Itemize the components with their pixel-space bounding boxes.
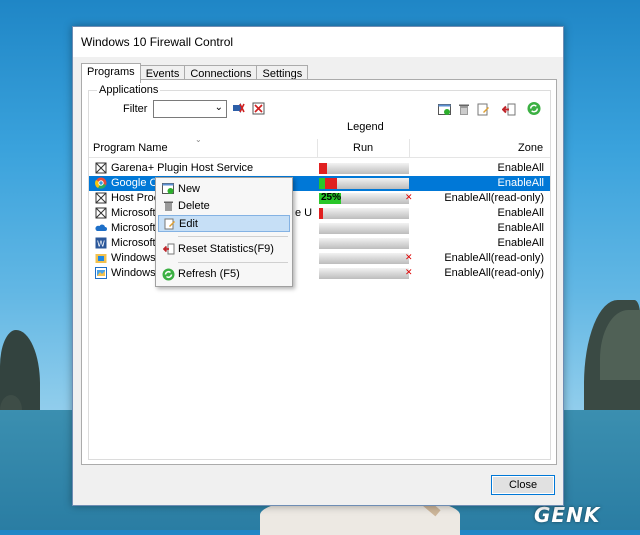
filter-label: Filter — [123, 103, 148, 115]
reset-icon — [162, 243, 175, 256]
run-percent: 25% — [321, 192, 342, 203]
table-row[interactable]: Garena+ Plugin Host Service EnableAll — [89, 161, 550, 176]
run-meter-fill — [319, 163, 327, 174]
window-title: Windows 10 Firewall Control — [81, 35, 234, 49]
edit-icon — [163, 218, 176, 231]
run-meter — [319, 268, 409, 279]
menu-item-edit[interactable]: Edit — [158, 215, 290, 232]
run-meter-fill — [319, 208, 323, 219]
title-bar[interactable]: Windows 10 Firewall Control — [73, 27, 563, 57]
firewall-window: Windows 10 Firewall Control Programs Eve… — [72, 26, 564, 506]
menu-item-delete[interactable]: Delete — [158, 198, 290, 215]
program-name: Microsoft — [111, 222, 156, 234]
delete-rule-icon[interactable] — [457, 102, 471, 116]
chrome-icon — [95, 177, 107, 189]
import-icon[interactable] — [502, 102, 516, 116]
puzzle-icon — [95, 162, 107, 174]
chevron-down-icon: ⌄ — [214, 102, 223, 113]
column-separator[interactable] — [409, 139, 410, 157]
edit-rule-icon[interactable] — [476, 102, 490, 116]
windows-app-icon — [95, 267, 107, 279]
program-name: Windows — [111, 267, 156, 279]
menu-item-reset-statistics[interactable]: Reset Statistics(F9) — [158, 241, 290, 258]
menu-item-label: New — [178, 183, 201, 195]
zone-value: EnableAll — [497, 222, 544, 234]
menu-item-label: Reset Statistics(F9) — [178, 243, 274, 255]
applications-group-label: Applications — [97, 84, 161, 96]
zone-value: EnableAll — [497, 207, 544, 219]
run-meter — [319, 223, 409, 234]
sort-indicator-icon: ⌄ — [195, 135, 202, 144]
puzzle-icon — [95, 192, 107, 204]
zone-value: EnableAll — [497, 177, 544, 189]
menu-item-label: Edit — [179, 218, 198, 230]
filter-dropdown[interactable]: ⌄ — [153, 100, 227, 118]
zone-value: EnableAll(read-only) — [444, 267, 544, 279]
header-program-name[interactable]: Program Name — [93, 142, 168, 154]
program-name: Garena+ Plugin Host Service — [111, 162, 254, 174]
column-separator[interactable] — [317, 139, 318, 157]
menu-separator — [178, 236, 288, 237]
list-header: ⌄ Program Name Run Zone — [89, 135, 550, 158]
remove-filter-icon[interactable] — [231, 101, 245, 115]
menu-item-label: Refresh (F5) — [178, 268, 240, 280]
close-button[interactable]: Close — [491, 475, 555, 495]
zone-value: EnableAll — [497, 162, 544, 174]
refresh-icon[interactable] — [527, 101, 541, 115]
refresh-icon — [162, 268, 175, 281]
windows-folder-icon — [95, 252, 107, 264]
zone-value: EnableAll(read-only) — [444, 252, 544, 264]
context-menu: New Delete Edit Reset Statistics(F9) Ref… — [155, 177, 293, 287]
program-name: Windows — [111, 252, 156, 264]
program-name: Microsoft — [111, 207, 156, 219]
menu-separator — [178, 262, 288, 263]
program-name-tail: e U — [295, 207, 313, 219]
read-only-marker-icon: ✕ — [405, 252, 413, 262]
menu-item-new[interactable]: New — [158, 181, 290, 198]
new-icon — [162, 183, 175, 196]
menu-item-refresh[interactable]: Refresh (F5) — [158, 266, 290, 283]
header-run[interactable]: Run — [353, 142, 373, 154]
programs-panel: Applications Filter ⌄ Legend ⌄ Program N… — [81, 79, 557, 465]
read-only-marker-icon: ✕ — [405, 267, 413, 277]
tab-programs[interactable]: Programs — [81, 63, 141, 83]
run-meter — [319, 208, 409, 219]
zone-value: EnableAll(read-only) — [444, 192, 544, 204]
run-meter — [319, 253, 409, 264]
program-name: Microsoft — [111, 237, 156, 249]
legend-label: Legend — [347, 121, 384, 133]
puzzle-icon — [95, 207, 107, 219]
svg-text:W: W — [97, 240, 105, 249]
run-meter — [319, 163, 409, 174]
run-meter — [319, 238, 409, 249]
trash-icon — [162, 200, 175, 213]
word-icon: W — [95, 237, 107, 249]
clear-filter-icon[interactable] — [251, 101, 265, 115]
zone-value: EnableAll — [497, 237, 544, 249]
header-zone[interactable]: Zone — [518, 142, 543, 154]
read-only-marker-icon: ✕ — [405, 192, 413, 202]
menu-item-label: Delete — [178, 200, 210, 212]
new-rule-icon[interactable] — [438, 102, 452, 116]
run-meter-fill-red — [325, 178, 337, 189]
onedrive-icon — [95, 222, 107, 234]
watermark-logo: GENK — [534, 503, 601, 527]
